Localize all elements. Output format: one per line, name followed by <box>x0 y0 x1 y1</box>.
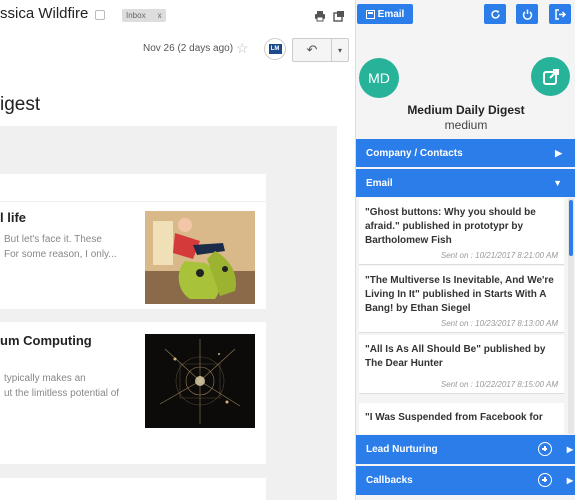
sender-name: ssica Wildfire <box>0 5 89 22</box>
section-label: Callbacks <box>366 475 413 486</box>
article-title[interactable]: um Computing <box>0 333 92 348</box>
article-title[interactable]: l life <box>0 210 26 225</box>
email-item-title: "Ghost buttons: Why you should be afraid… <box>365 207 536 246</box>
inbox-label-text: Inbox <box>126 11 146 20</box>
email-item-title: "I Was Suspended from Facebook for <box>365 412 543 423</box>
app-root: ssica Wildfire Inbox x Nov 26 (2 days ag… <box>0 0 575 500</box>
article-snippet-line: But let's face it. These <box>4 234 102 245</box>
email-client: ssica Wildfire Inbox x Nov 26 (2 days ag… <box>0 0 355 500</box>
chevron-right-icon: ▶ <box>566 445 573 454</box>
section-company-contacts[interactable]: Company / Contacts ▶ <box>356 139 575 167</box>
message-subject: igest <box>0 94 41 115</box>
message-date: Nov 26 (2 days ago) <box>143 43 234 54</box>
article-snippet-line: ut the limitless potential of <box>4 388 120 399</box>
mail-header: ssica Wildfire Inbox x <box>0 0 355 32</box>
card-divider <box>0 174 266 202</box>
inbox-label-chip[interactable]: Inbox x <box>122 9 166 22</box>
contact-name: Medium Daily Digest <box>407 103 525 117</box>
refresh-button[interactable] <box>484 4 506 24</box>
article-snippet-line: typically makes an <box>4 373 86 384</box>
add-circle-icon[interactable] <box>538 473 552 487</box>
power-icon <box>522 9 532 20</box>
logout-icon <box>554 8 566 20</box>
article-snippet-line: For some reason, I only... <box>4 249 117 260</box>
reply-button[interactable]: ↶ <box>292 38 332 62</box>
extension-badge-label: LM <box>268 44 282 54</box>
message-meta-row: Nov 26 (2 days ago) ☆ LM ↶ ▾ <box>0 38 355 62</box>
email-item-sent: Sent on : 10/22/2017 8:15:00 AM <box>440 380 558 389</box>
article-snippet: typically makes an ut the limitless pote… <box>0 371 119 401</box>
section-lead-nurturing[interactable]: Lead Nurturing ▶ <box>356 435 575 464</box>
section-label: Lead Nurturing <box>366 444 438 455</box>
section-email[interactable]: Email ▼ <box>356 169 575 197</box>
chevron-down-icon: ▼ <box>553 178 562 188</box>
section-label: Email <box>366 177 393 189</box>
list-item[interactable]: "All Is As All Should Be" published by T… <box>359 335 564 394</box>
reply-icon: ↶ <box>306 42 318 57</box>
article-snippet: But let's face it. These For some reason… <box>0 232 117 262</box>
section-label: Company / Contacts <box>366 147 463 159</box>
article-card[interactable] <box>0 478 266 500</box>
important-marker-icon[interactable] <box>95 10 105 20</box>
email-tab[interactable]: Email <box>357 4 413 24</box>
section-callbacks[interactable]: Callbacks ▶ <box>356 466 575 495</box>
contact-subtitle: medium <box>444 118 488 132</box>
open-record-button[interactable] <box>531 57 570 96</box>
email-item-title: "The Multiverse Is Inevitable, And We're… <box>365 275 554 314</box>
extension-badge[interactable]: LM <box>264 38 286 60</box>
power-button[interactable] <box>516 4 538 24</box>
logout-button[interactable] <box>549 4 571 24</box>
print-icon[interactable] <box>314 9 326 22</box>
crm-toolbar: Email <box>356 0 575 44</box>
email-item-sent: Sent on : 10/23/2017 8:13:00 AM <box>440 319 558 328</box>
more-actions-button[interactable]: ▾ <box>331 38 349 62</box>
email-tab-icon <box>365 9 375 19</box>
star-icon[interactable]: ☆ <box>236 41 249 55</box>
chevron-right-icon: ▶ <box>555 147 562 158</box>
new-window-icon[interactable] <box>333 9 345 22</box>
remove-label-icon[interactable]: x <box>158 9 162 22</box>
email-list-scrollbar[interactable] <box>568 198 574 434</box>
list-item[interactable]: "The Multiverse Is Inevitable, And We're… <box>359 266 564 333</box>
email-history-list: "Ghost buttons: Why you should be afraid… <box>356 198 568 434</box>
email-tab-label: Email <box>377 8 405 20</box>
crm-sidebar: Email MD Medium Daily Digest medium Comp… <box>355 0 575 500</box>
external-link-icon <box>542 68 559 85</box>
article-card[interactable]: l life But let's face it. These For some… <box>0 174 266 309</box>
article-thumbnail[interactable] <box>145 334 255 428</box>
refresh-icon <box>490 9 500 19</box>
email-item-sent: Sent on : 10/21/2017 8:21:00 AM <box>440 251 558 260</box>
list-item[interactable]: "Ghost buttons: Why you should be afraid… <box>359 198 564 265</box>
avatar: MD <box>359 58 399 98</box>
list-item[interactable]: "I Was Suspended from Facebook for <box>359 403 564 434</box>
article-card[interactable]: um Computing typically makes an ut the l… <box>0 322 266 464</box>
add-circle-icon[interactable] <box>538 442 552 456</box>
chevron-down-icon: ▾ <box>337 45 342 55</box>
article-thumbnail[interactable] <box>145 211 255 304</box>
scroll-thumb[interactable] <box>569 200 573 256</box>
chevron-right-icon: ▶ <box>566 476 573 485</box>
email-item-title: "All Is As All Should Be" published by T… <box>365 344 546 369</box>
